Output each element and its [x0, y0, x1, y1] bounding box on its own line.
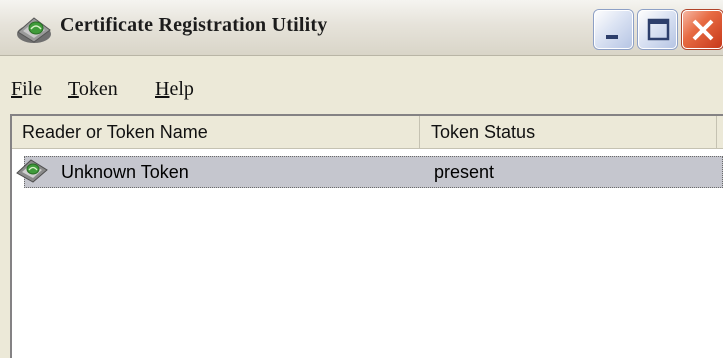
menu-file[interactable]: File [11, 78, 42, 101]
minimize-icon [606, 35, 618, 39]
menu-bar: File Token Help [0, 67, 723, 111]
maximize-button[interactable] [638, 10, 677, 49]
close-button[interactable] [682, 10, 723, 49]
list-header: Reader or Token Name Token Status [12, 116, 723, 149]
title-bar[interactable]: Certificate Registration Utility [0, 0, 723, 56]
token-name-cell: Unknown Token [61, 162, 189, 182]
table-row[interactable]: Unknown Token present [16, 156, 723, 188]
token-list[interactable]: Reader or Token Name Token Status Unknow… [10, 114, 723, 358]
token-card-icon [14, 12, 54, 46]
token-status-cell: present [434, 162, 495, 182]
maximize-icon [647, 18, 670, 41]
minimize-button[interactable] [594, 10, 633, 49]
menu-token[interactable]: Token [68, 78, 118, 101]
menu-file-label: File [11, 78, 43, 100]
menu-help[interactable]: Help [155, 78, 194, 101]
column-header-name[interactable]: Reader or Token Name [12, 116, 420, 148]
app-window: Certificate Registration Utility File To… [0, 0, 723, 358]
window-title: Certificate Registration Utility [60, 14, 328, 36]
column-header-status[interactable]: Token Status [421, 116, 717, 148]
menu-help-label: Help [155, 78, 194, 100]
close-icon [692, 19, 714, 41]
menu-token-label: Token [68, 78, 118, 100]
token-card-icon [15, 155, 49, 185]
